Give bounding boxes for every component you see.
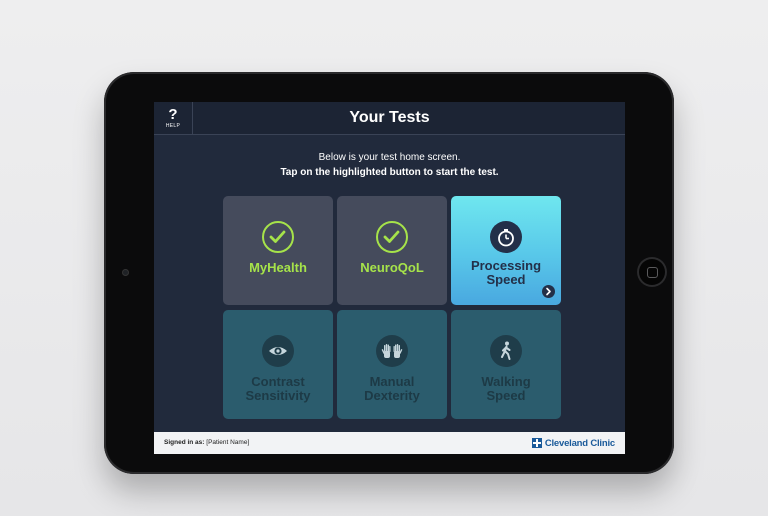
instructions-line-2: Tap on the highlighted button to start t… xyxy=(280,167,499,178)
test-tile-manual-dexterity[interactable]: Manual Dexterity xyxy=(337,310,447,419)
signed-in-status: Signed in as: [Patient Name] xyxy=(164,432,249,454)
check-icon xyxy=(376,221,408,253)
tile-label: Contrast Sensitivity xyxy=(245,374,311,403)
tile-label: NeuroQoL xyxy=(360,260,424,275)
help-icon: ? xyxy=(168,105,178,123)
front-camera xyxy=(122,269,129,276)
test-tile-neuroqol[interactable]: NeuroQoL xyxy=(337,196,447,305)
app-screen: Your Tests ? HELP Below is your test hom… xyxy=(154,102,625,454)
signed-in-label: Signed in as: xyxy=(164,439,205,446)
tablet-device: Your Tests ? HELP Below is your test hom… xyxy=(104,72,674,474)
patient-name: [Patient Name] xyxy=(206,439,250,446)
instructions: Below is your test home screen. Tap on t… xyxy=(154,150,625,180)
tile-label: Manual Dexterity xyxy=(364,374,420,403)
top-bar: Your Tests ? HELP xyxy=(154,102,625,135)
check-icon xyxy=(262,221,294,253)
test-tile-processing-speed[interactable]: Processing Speed xyxy=(451,196,561,305)
test-tile-walking-speed[interactable]: Walking Speed xyxy=(451,310,561,419)
tile-label: Walking Speed xyxy=(481,374,531,403)
chevron-right-icon[interactable] xyxy=(542,285,555,298)
cleveland-clinic-logo: Cleveland Clinic xyxy=(531,437,615,449)
test-tile-contrast-sensitivity[interactable]: Contrast Sensitivity xyxy=(223,310,333,419)
clinic-logo-icon xyxy=(531,438,542,448)
stopwatch-icon xyxy=(490,221,522,253)
walking-person-icon xyxy=(490,335,522,367)
tile-label: Processing Speed xyxy=(470,258,542,287)
footer: Signed in as: [Patient Name] Cleveland C… xyxy=(154,432,625,454)
logo-text: Cleveland Clinic xyxy=(544,437,615,449)
test-tile-myhealth[interactable]: MyHealth xyxy=(223,196,333,305)
help-label: HELP xyxy=(165,122,181,129)
eye-icon xyxy=(262,335,294,367)
instructions-line-1: Below is your test home screen. xyxy=(318,152,461,163)
tile-label: MyHealth xyxy=(249,260,307,275)
hands-icon xyxy=(376,335,408,367)
page-title: Your Tests xyxy=(349,109,430,126)
help-button[interactable]: ? HELP xyxy=(154,102,193,134)
home-button[interactable] xyxy=(637,257,667,287)
